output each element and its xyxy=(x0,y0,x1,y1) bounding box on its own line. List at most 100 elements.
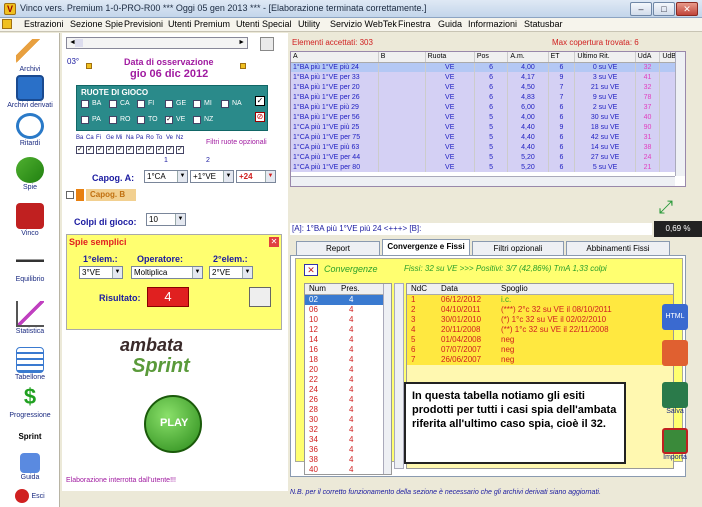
menu-statusbar[interactable]: Statusbar xyxy=(524,19,563,29)
grid-header-cell[interactable]: Pos xyxy=(474,52,509,63)
filtro-check[interactable]: ✓ xyxy=(136,146,144,154)
grid-row[interactable]: 1°BA più 1°VE per 26 VE 6 4,83 7 9 su VE 78 xyxy=(291,92,685,102)
filtro-check[interactable]: ✓ xyxy=(96,146,104,154)
ruota-check-mi[interactable] xyxy=(193,100,201,108)
grid-row[interactable]: 1°CA più 1°VE più 25 VE 5 4,40 9 18 su VE 90 xyxy=(291,122,685,132)
tab-filtri-opzionali[interactable]: Filtri opzionali xyxy=(472,241,564,255)
menu-previsioni[interactable]: Previsioni xyxy=(124,19,163,29)
ruota-check-nz[interactable] xyxy=(193,116,201,124)
capog-a-select-3[interactable]: +24 ▼ xyxy=(236,170,276,183)
filtro-check[interactable]: ✓ xyxy=(156,146,164,154)
ruota-check-ba[interactable] xyxy=(81,100,89,108)
num-row[interactable]: 20 4 xyxy=(305,365,383,375)
num-row[interactable]: 18 4 xyxy=(305,355,383,365)
sidebar-item-vinco[interactable]: Vinco xyxy=(2,203,58,237)
results-grid[interactable]: A B Ruota Pos A.m. ET Ultimo Rit. UdA UdB 1°BA p… xyxy=(290,51,686,187)
grid-header-cell[interactable]: A.m. xyxy=(507,52,549,63)
filtro-check[interactable]: ✓ xyxy=(116,146,124,154)
grid-row[interactable]: 1°CA più 1°VE per 44 VE 5 5,20 6 27 su VE 24 xyxy=(291,152,685,162)
num-list-scrollbar[interactable] xyxy=(383,284,391,474)
filtro-check[interactable]: ✓ xyxy=(176,146,184,154)
num-row[interactable]: 22 4 xyxy=(305,375,383,385)
capog-a-select-2[interactable]: +1°VE ▼ xyxy=(190,170,234,183)
grid-vertical-scrollbar[interactable] xyxy=(675,52,685,176)
grid-header-cell[interactable]: B xyxy=(378,52,426,63)
tab-convergenze-fissi[interactable]: Convergenze e Fissi xyxy=(382,239,470,256)
spoglio-row[interactable]: 2 04/10/2011 (***) 2°c 32 su VE il 08/10/2… xyxy=(407,305,673,315)
menu-app-icon[interactable] xyxy=(2,19,12,29)
num-row[interactable]: 14 4 xyxy=(305,335,383,345)
grid-row[interactable]: 1°CA più 1°VE per 75 VE 5 4,40 6 42 su VE 31 xyxy=(291,132,685,142)
menu-servizio-webtek[interactable]: Servizio WebTek xyxy=(330,19,397,29)
grid-row[interactable]: 1°BA più 1°VE per 33 VE 6 4,17 9 3 su VE 41 xyxy=(291,72,685,82)
sidebar-item-guida[interactable]: Guida xyxy=(2,453,58,481)
filtro-check[interactable]: ✓ xyxy=(146,146,154,154)
menu-informazioni[interactable]: Informazioni xyxy=(468,19,517,29)
num-row[interactable]: 34 4 xyxy=(305,435,383,445)
ruota-check-na[interactable] xyxy=(221,100,229,108)
slider-thumb[interactable] xyxy=(75,39,83,47)
export-icon[interactable]: ✕ xyxy=(304,264,318,276)
ruota-check-pa[interactable] xyxy=(81,116,89,124)
num-row[interactable]: 38 4 xyxy=(305,455,383,465)
ruota-check-ve[interactable]: ✓ xyxy=(165,116,173,124)
num-list[interactable]: Num Pres. 02 4 06 4 10 4 12 4 14 4 16 4 18 4 20 4 22 4 24 4… xyxy=(304,283,392,475)
num-row[interactable]: 06 4 xyxy=(305,305,383,315)
sidebar-item-esci[interactable]: Esci xyxy=(2,489,58,503)
menu-guida[interactable]: Guida xyxy=(438,19,462,29)
grid-header-cell[interactable]: A xyxy=(291,52,379,63)
expand-icon[interactable]: ⤢ xyxy=(655,197,677,219)
num-row[interactable]: 30 4 xyxy=(305,415,383,425)
sidebar-item-archivi-derivati[interactable]: Archivi derivati xyxy=(2,75,58,109)
navigation-slider[interactable]: ◄ ► xyxy=(66,37,248,49)
sidebar-item-archivi[interactable]: Archivi xyxy=(2,39,58,73)
grid-header-cell[interactable]: ET xyxy=(548,52,576,63)
spoglio-row[interactable]: 5 01/04/2008 neg xyxy=(407,335,673,345)
grid-header-cell[interactable]: Ultimo Rit. xyxy=(574,52,636,63)
num-row[interactable]: 40 4 xyxy=(305,465,383,474)
grid-header-cell[interactable]: Ruota xyxy=(425,52,475,63)
tab-abbinamenti-fissi[interactable]: Abbinamenti Fissi xyxy=(566,241,670,255)
ruota-check-ro[interactable] xyxy=(109,116,117,124)
capog-a-select-1[interactable]: 1°CA ▼ xyxy=(144,170,188,183)
spoglio-row[interactable]: 7 26/06/2007 neg xyxy=(407,355,673,365)
sidebar-item-progressione[interactable]: $ Progressione xyxy=(2,385,58,420)
salva-button[interactable]: Salva xyxy=(660,382,690,415)
grid-row[interactable]: 1°BA più 1°VE più 24 VE 6 4,00 6 0 su VE 32 xyxy=(291,62,685,72)
grid-row[interactable]: 1°BA più 1°VE per 20 VE 6 4,50 7 21 su VE 32 xyxy=(291,82,685,92)
sidebar-item-sprint[interactable]: Sprint xyxy=(2,431,58,441)
html-export-button[interactable]: HTML xyxy=(660,304,690,330)
filtro-check[interactable]: ✓ xyxy=(106,146,114,154)
menu-utenti-premium[interactable]: Utenti Premium xyxy=(168,19,230,29)
close-icon[interactable]: ✕ xyxy=(269,237,279,247)
sidebar-item-statistica[interactable]: Statistica xyxy=(2,301,58,335)
sidebar-item-ritardi[interactable]: Ritardi xyxy=(2,113,58,147)
num-row[interactable]: 10 4 xyxy=(305,315,383,325)
ruota-check-to[interactable] xyxy=(137,116,145,124)
calculate-icon[interactable] xyxy=(249,287,271,307)
tab-report[interactable]: Report xyxy=(296,241,380,255)
num-row[interactable]: 16 4 xyxy=(305,345,383,355)
sidebar-item-tabellone[interactable]: Tabellone xyxy=(2,347,58,381)
html-save-button[interactable] xyxy=(660,340,690,366)
grid-header-cell[interactable]: UdA xyxy=(635,52,661,63)
spoglio-row[interactable]: 1 06/12/2012 i.c. xyxy=(407,295,673,305)
grid-row[interactable]: 1°BA più 1°VE più 29 VE 6 6,00 6 2 su VE 37 xyxy=(291,102,685,112)
num-row[interactable]: 32 4 xyxy=(305,425,383,435)
elem2-select[interactable]: 2°VE ▼ xyxy=(209,266,253,279)
select-all-check[interactable]: ✓ xyxy=(255,96,265,106)
date-next-button[interactable] xyxy=(240,63,246,69)
menu-estrazioni[interactable]: Estrazioni xyxy=(24,19,64,29)
menu-utility[interactable]: Utility xyxy=(298,19,320,29)
spoglio-row[interactable]: 3 30/01/2010 (*) 1°c 32 su VE il 02/02/201… xyxy=(407,315,673,325)
sidebar-item-equilibrio[interactable]: Equilibrio xyxy=(2,249,58,283)
clear-all-button[interactable]: ⊘ xyxy=(255,112,265,122)
filtro-check[interactable]: ✓ xyxy=(166,146,174,154)
spoglio-row[interactable]: 6 07/07/2007 neg xyxy=(407,345,673,355)
capog-b-check[interactable] xyxy=(66,191,74,199)
grid-row[interactable]: 1°CA più 1°VE per 80 VE 5 5,20 6 5 su VE 21 xyxy=(291,162,685,172)
grid-horizontal-scrollbar[interactable] xyxy=(291,176,675,186)
grid-row[interactable]: 1°CA più 1°VE più 63 VE 5 4,40 6 14 su VE 38 xyxy=(291,142,685,152)
importa-button[interactable]: Importa xyxy=(660,428,690,461)
operatore-select[interactable]: Moltiplica ▼ xyxy=(131,266,203,279)
